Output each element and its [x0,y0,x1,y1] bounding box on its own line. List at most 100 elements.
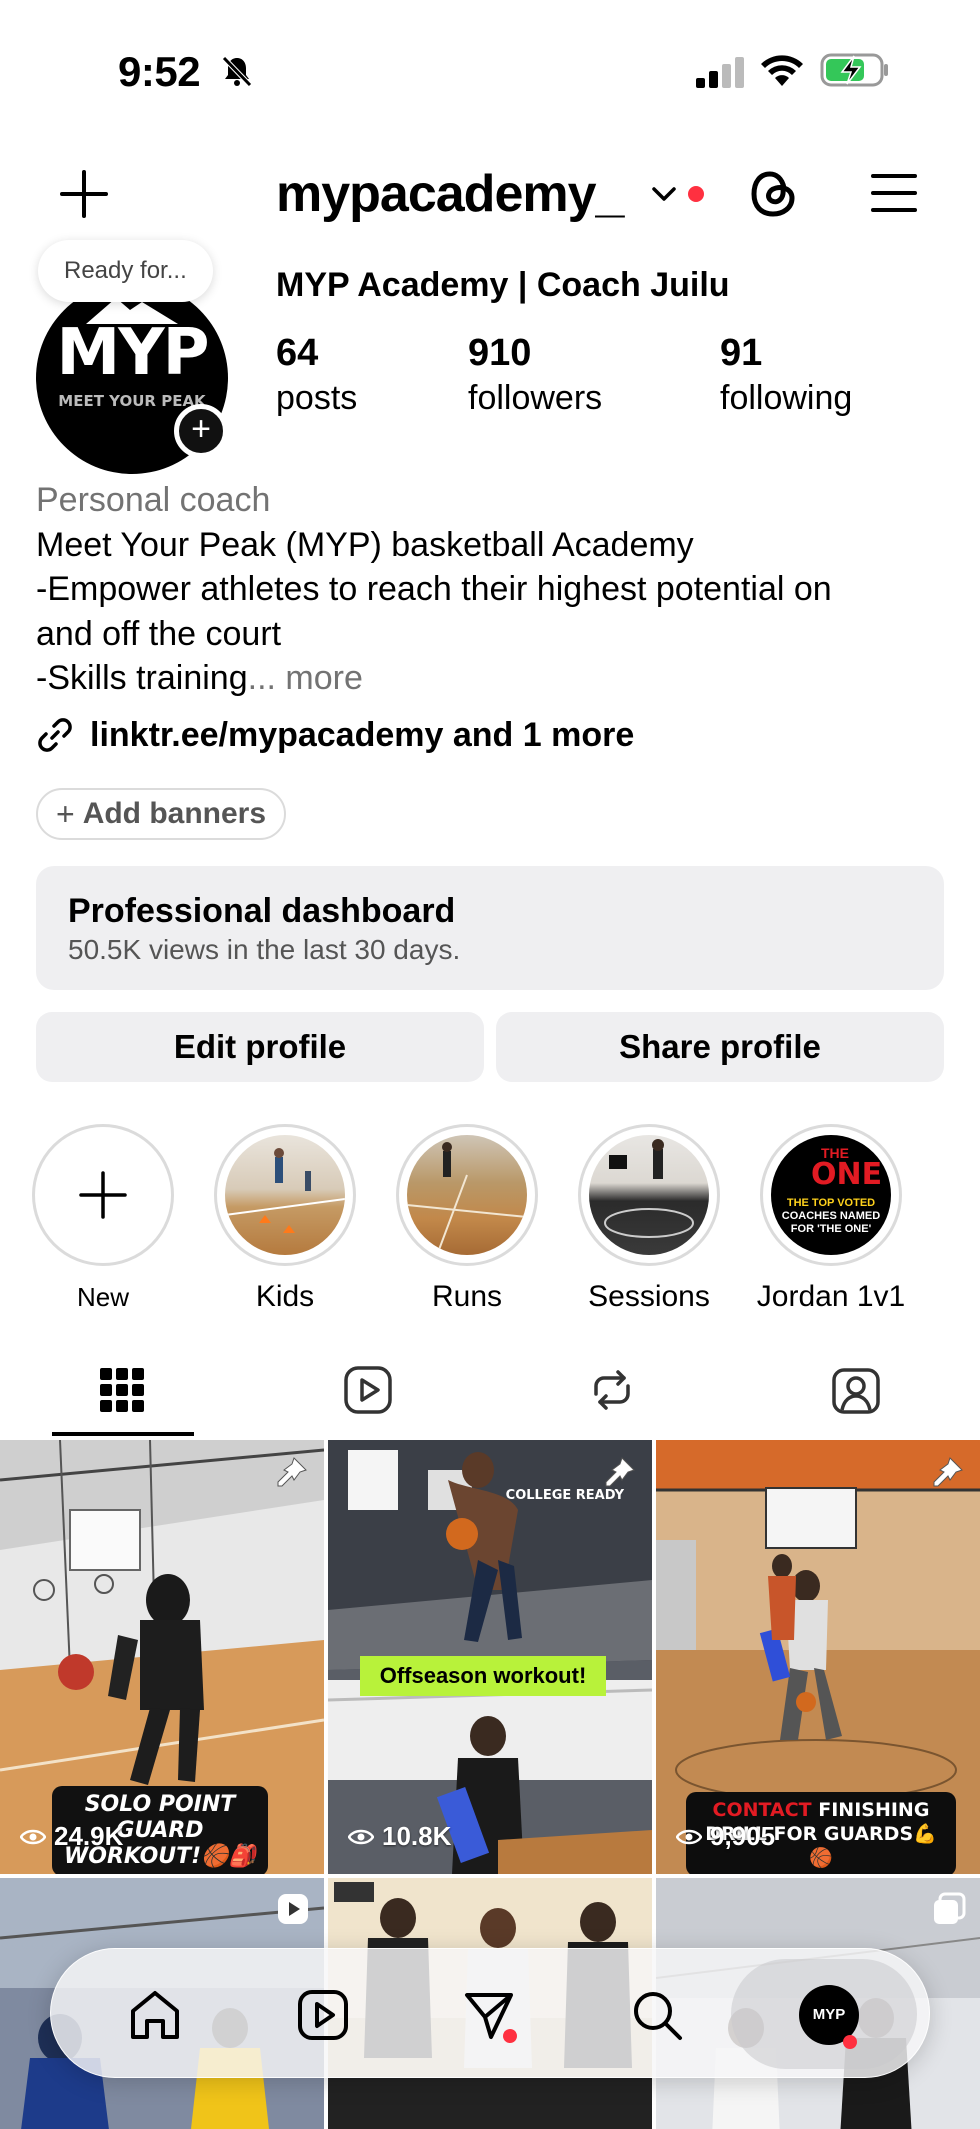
cover-text: COACHES NAMED [781,1210,881,1222]
profile-notification-dot [843,2035,857,2049]
highlight-ring [214,1124,356,1266]
notification-dot [688,186,704,202]
highlight-label: Kids [255,1280,315,1313]
highlight-cover [589,1135,709,1255]
highlight-ring: THE ONE THE TOP VOTED COACHES NAMED FOR … [760,1124,902,1266]
bio: Personal coach Meet Your Peak (MYP) bask… [36,478,956,701]
post-overlay-text: COLLEGE READY [505,1488,624,1503]
tagged-tab-icon[interactable] [830,1364,882,1416]
note-bubble[interactable]: Ready for... [38,240,213,302]
highlight-kids[interactable]: Kids [210,1124,360,1316]
multi-photo-icon [934,1892,966,1924]
bio-link[interactable]: linktr.ee/mypacademy and 1 more [36,712,634,758]
bell-muted-icon [222,56,252,87]
messages-notification-dot [503,2029,517,2043]
highlight-ring [396,1124,538,1266]
pin-icon [277,1457,307,1487]
stat-value: 910 [468,332,532,374]
reels-tab-icon[interactable] [342,1364,394,1416]
highlight-label: Runs [431,1280,503,1313]
highlight-new[interactable]: New [28,1124,178,1316]
content-tabs [0,1344,980,1438]
post-view-count: 9,905 [710,1821,776,1851]
reels-icon[interactable] [295,1987,351,2043]
add-banners-button[interactable]: + Add banners [36,788,287,840]
highlight-label: Sessions [588,1280,710,1313]
bio-link-text[interactable]: linktr.ee/mypacademy and 1 more [90,716,634,755]
dashboard-title: Professional dashboard [68,892,456,930]
home-icon[interactable] [127,1987,183,2043]
plus-icon: + [56,796,75,832]
cover-text: ONE [811,1157,883,1192]
bio-line: Meet Your Peak (MYP) basketball Academy [36,525,694,564]
post-tile[interactable]: SOLO POINT GUARD WORKOUT!🏀🎒 24.9K [0,1440,324,1874]
highlight-cover [225,1135,345,1255]
link-icon [38,718,72,752]
status-time: 9:52 [118,48,201,95]
stat-label: following [720,379,853,417]
edit-profile-button[interactable]: Edit profile [36,1012,484,1082]
create-plus-icon[interactable] [58,168,110,220]
highlight-cover [407,1135,527,1255]
post-caption: Offseason workout! [360,1656,606,1696]
wifi-icon [761,55,803,86]
cellular-signal-icon [696,57,744,88]
highlight-runs[interactable]: Runs [392,1124,542,1316]
add-banners-label: Add banners [82,797,267,830]
account-switcher[interactable]: mypacademy_ [276,164,624,224]
battery-charging-icon [820,53,888,87]
post-tile[interactable]: CONTACT FINISHING DRILL FOR GUARDS💪🏀 9,9… [656,1440,980,1874]
eye-icon [676,1829,702,1844]
bio-category: Personal coach [36,481,271,519]
cover-text: FOR 'THE ONE' [790,1223,872,1235]
highlight-new-inner [35,1127,171,1263]
bio-more-link[interactable]: more [276,659,362,697]
chevron-down-icon[interactable] [650,184,678,204]
highlight-ring [32,1124,174,1266]
stat-label: posts [276,379,358,417]
highlight-jordan-1v1[interactable]: THE ONE THE TOP VOTED COACHES NAMED FOR … [756,1124,906,1316]
professional-dashboard[interactable]: Professional dashboard 50.5K views in th… [36,866,944,990]
threads-icon[interactable] [748,166,800,222]
plus-icon [79,1171,127,1219]
highlight-label: New [76,1282,129,1312]
stat-label: followers [468,379,603,417]
bottom-navigation: MYP [50,1948,930,2078]
pin-icon [605,1457,635,1487]
profile-header: mypacademy_ [0,150,980,240]
highlight-sessions[interactable]: Sessions [574,1124,724,1316]
add-story-button[interactable]: + [174,404,228,458]
stat-following[interactable]: 91 following [720,330,852,420]
post-tile[interactable]: COLLEGE READY Offseason workout! 10.8K [328,1440,652,1874]
bio-line-last: -Skills training... more [36,656,956,701]
highlight-ring [578,1124,720,1266]
bio-line: -Empower athletes to reach their highest… [36,570,832,608]
status-bar: 9:52 [0,0,980,140]
hamburger-menu-icon[interactable] [870,172,918,214]
dashboard-subtitle: 50.5K views in the last 30 days. [68,934,461,965]
stat-posts[interactable]: 64 posts [276,330,357,420]
bio-ellipsis: ... [247,659,276,697]
bio-line: -Skills training [36,659,248,697]
post-view-count: 10.8K [382,1821,452,1851]
post-views: 10.8K [348,1821,451,1852]
reel-icon [278,1894,308,1924]
eye-icon [348,1829,374,1844]
grid-tab-icon[interactable] [96,1364,148,1416]
display-name: MYP Academy | Coach Juilu [276,266,730,304]
pin-icon [933,1457,963,1487]
highlight-cover: THE ONE THE TOP VOTED COACHES NAMED FOR … [771,1135,891,1255]
stat-followers[interactable]: 910 followers [468,330,602,420]
share-profile-button[interactable]: Share profile [496,1012,944,1082]
stat-value: 64 [276,332,319,374]
post-view-count: 24.9K [54,1821,124,1851]
eye-icon [20,1829,46,1844]
highlight-label: Jordan 1v1 [756,1280,906,1313]
search-icon[interactable] [629,1987,685,2043]
post-views: 9,905 [676,1821,775,1852]
cover-text: THE TOP VOTED [786,1197,876,1209]
active-tab-indicator [52,1432,194,1436]
avatar-logo-text: MYP [56,316,210,390]
reposts-tab-icon[interactable] [586,1364,638,1416]
stat-value: 91 [720,332,763,374]
